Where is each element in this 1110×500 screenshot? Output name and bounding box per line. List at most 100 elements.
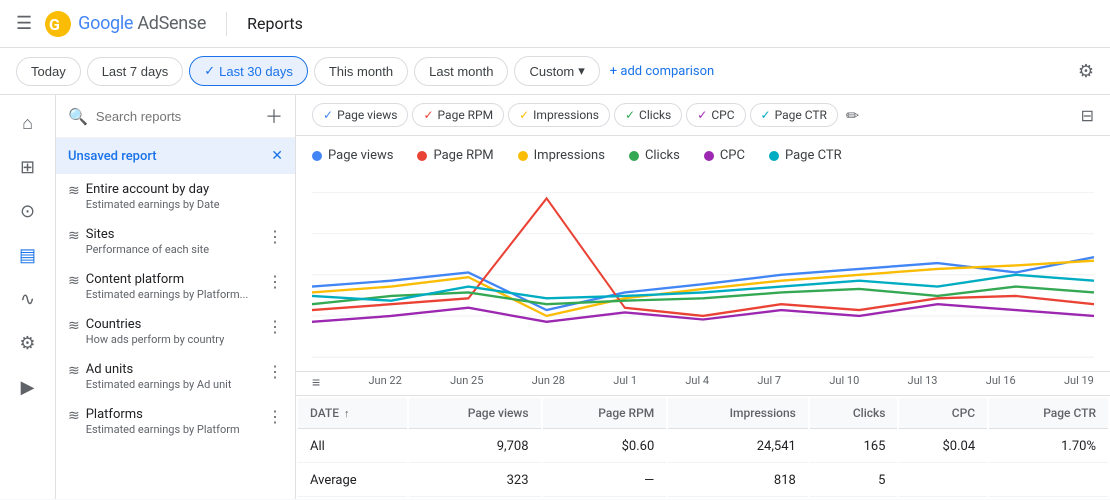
- legend-pagerpm: Page RPM: [417, 148, 493, 163]
- row-avg-pagerpm: —: [543, 465, 667, 497]
- chart-legend: Page views Page RPM Impressions Clicks C…: [296, 136, 1110, 169]
- line-chart: [312, 169, 1094, 363]
- add-comparison[interactable]: + add comparison: [610, 64, 714, 79]
- sidebar-item-platforms[interactable]: ≋ Platforms Estimated earnings by Platfo…: [56, 399, 295, 444]
- item-title-4: Ad units: [86, 362, 267, 377]
- active-report-label: Unsaved report: [68, 149, 157, 164]
- col-date[interactable]: DATE ↑: [298, 398, 407, 429]
- logo-area: G Google AdSense: [44, 10, 206, 38]
- close-icon[interactable]: ✕: [271, 148, 283, 164]
- hamburger-icon[interactable]: ☰: [16, 13, 32, 34]
- chip-pageviews[interactable]: ✓ Page views: [312, 103, 408, 127]
- row-avg-pageviews: 323: [409, 465, 540, 497]
- legend-pagectr: Page CTR: [769, 148, 842, 163]
- chip-label-5: Page CTR: [775, 108, 827, 122]
- data-table: DATE ↑ Page views Page RPM Impressions C…: [296, 395, 1110, 499]
- left-icon-sidebar: ⌂ ⊞ ⊙ ▤ ∿ ⚙ ▶: [0, 95, 56, 499]
- adsense-logo-icon: G: [44, 10, 72, 38]
- col-pagerpm[interactable]: Page RPM: [543, 398, 667, 429]
- legend-cpc: CPC: [704, 148, 745, 163]
- dropdown-icon: ▾: [578, 63, 585, 79]
- sidebar-item-entire-account[interactable]: ≋ Entire account by day Estimated earnin…: [56, 174, 295, 219]
- search-bar: 🔍 ＋: [56, 95, 295, 138]
- chip-label-0: Page views: [337, 108, 397, 122]
- filter-today[interactable]: Today: [16, 57, 81, 86]
- filter-view-icon[interactable]: ⊟: [1081, 106, 1094, 125]
- filter-thismonth[interactable]: This month: [314, 57, 408, 86]
- row-all-cpc: $0.04: [899, 431, 987, 463]
- x-label-6: Jul 10: [829, 374, 859, 391]
- legend-label-0: Page views: [328, 148, 393, 163]
- item-desc-3: How ads perform by country: [86, 333, 267, 346]
- active-report-item[interactable]: Unsaved report ✕: [56, 138, 295, 174]
- col-cpc[interactable]: CPC: [899, 398, 987, 429]
- chip-cpc[interactable]: ✓ CPC: [686, 103, 745, 127]
- row-avg-impressions: 818: [668, 465, 808, 497]
- table-row-all: All 9,708 $0.60 24,541 165 $0.04 1.70%: [298, 431, 1108, 463]
- legend-dot-5: [769, 151, 779, 161]
- more-icon-2[interactable]: ⋮: [267, 272, 283, 291]
- chip-pagerpm[interactable]: ✓ Page RPM: [412, 103, 504, 127]
- row-avg-clicks: 5: [810, 465, 898, 497]
- search-input[interactable]: [96, 109, 257, 124]
- legend-dot-4: [704, 151, 714, 161]
- nav-reports-icon[interactable]: ▤: [8, 235, 48, 275]
- nav-video-icon[interactable]: ▶: [8, 367, 48, 407]
- filter-custom[interactable]: Custom ▾: [514, 56, 599, 86]
- more-icon-4[interactable]: ⋮: [267, 362, 283, 381]
- col-clicks[interactable]: Clicks: [810, 398, 898, 429]
- edit-metrics-icon[interactable]: ✏: [846, 106, 859, 125]
- filter-last7[interactable]: Last 7 days: [87, 57, 184, 86]
- header-divider: [226, 12, 227, 36]
- sort-icon: ↑: [344, 407, 350, 420]
- item-icon-3: ≋: [68, 318, 80, 334]
- filter-lastmonth[interactable]: Last month: [414, 57, 508, 86]
- search-icon: 🔍: [68, 107, 88, 126]
- nav-trends-icon[interactable]: ∿: [8, 279, 48, 319]
- chip-clicks[interactable]: ✓ Clicks: [614, 103, 682, 127]
- page-title: Reports: [247, 14, 303, 33]
- item-title-1: Sites: [86, 227, 267, 242]
- col-pagectr[interactable]: Page CTR: [989, 398, 1108, 429]
- x-label-5: Jul 7: [757, 374, 781, 391]
- row-all-clicks: 165: [810, 431, 898, 463]
- col-pageviews[interactable]: Page views: [409, 398, 540, 429]
- chip-check-2: ✓: [519, 108, 529, 122]
- page-settings-icon[interactable]: ⚙: [1078, 61, 1094, 82]
- chip-label-3: Clicks: [639, 108, 671, 122]
- chip-pagectr[interactable]: ✓ Page CTR: [750, 103, 838, 127]
- chip-check-5: ✓: [761, 108, 771, 122]
- nav-home-icon[interactable]: ⌂: [8, 103, 48, 143]
- content-area: ✓ Page views ✓ Page RPM ✓ Impressions ✓ …: [296, 95, 1110, 499]
- item-icon-4: ≋: [68, 363, 80, 379]
- add-report-icon[interactable]: ＋: [265, 103, 283, 129]
- item-icon-5: ≋: [68, 408, 80, 424]
- more-icon-5[interactable]: ⋮: [267, 407, 283, 426]
- sidebar-item-sites[interactable]: ≋ Sites Performance of each site ⋮: [56, 219, 295, 264]
- nav-settings-icon[interactable]: ⚙: [8, 323, 48, 363]
- x-label-9: Jul 19: [1064, 374, 1094, 391]
- sidebar-item-ad-units[interactable]: ≋ Ad units Estimated earnings by Ad unit…: [56, 354, 295, 399]
- row-avg-cpc: [899, 465, 987, 497]
- filter-last30[interactable]: ✓ Last 30 days: [189, 56, 308, 86]
- more-icon-3[interactable]: ⋮: [267, 317, 283, 336]
- more-icon-1[interactable]: ⋮: [267, 227, 283, 246]
- sidebar-item-content-platform[interactable]: ≋ Content platform Estimated earnings by…: [56, 264, 295, 309]
- chip-impressions[interactable]: ✓ Impressions: [508, 103, 610, 127]
- chip-check-4: ✓: [697, 108, 707, 122]
- col-impressions[interactable]: Impressions: [668, 398, 808, 429]
- sidebar-item-countries[interactable]: ≋ Countries How ads perform by country ⋮: [56, 309, 295, 354]
- nav-user-icon[interactable]: ⊙: [8, 191, 48, 231]
- x-label-3: Jul 1: [613, 374, 637, 391]
- logo-text: Google AdSense: [78, 13, 206, 34]
- x-label-4: Jul 4: [685, 374, 709, 391]
- nav-overview-icon[interactable]: ⊞: [8, 147, 48, 187]
- row-avg-pagectr: [989, 465, 1108, 497]
- item-title-3: Countries: [86, 317, 267, 332]
- main-layout: ⌂ ⊞ ⊙ ▤ ∿ ⚙ ▶ 🔍 ＋ Unsaved report ✕ ≋ Ent…: [0, 95, 1110, 499]
- legend-label-4: CPC: [720, 148, 745, 163]
- sidebar-panel: 🔍 ＋ Unsaved report ✕ ≋ Entire account by…: [56, 95, 296, 499]
- metric-chips-bar: ✓ Page views ✓ Page RPM ✓ Impressions ✓ …: [296, 95, 1110, 136]
- row-all-date: All: [298, 431, 407, 463]
- row-all-impressions: 24,541: [668, 431, 808, 463]
